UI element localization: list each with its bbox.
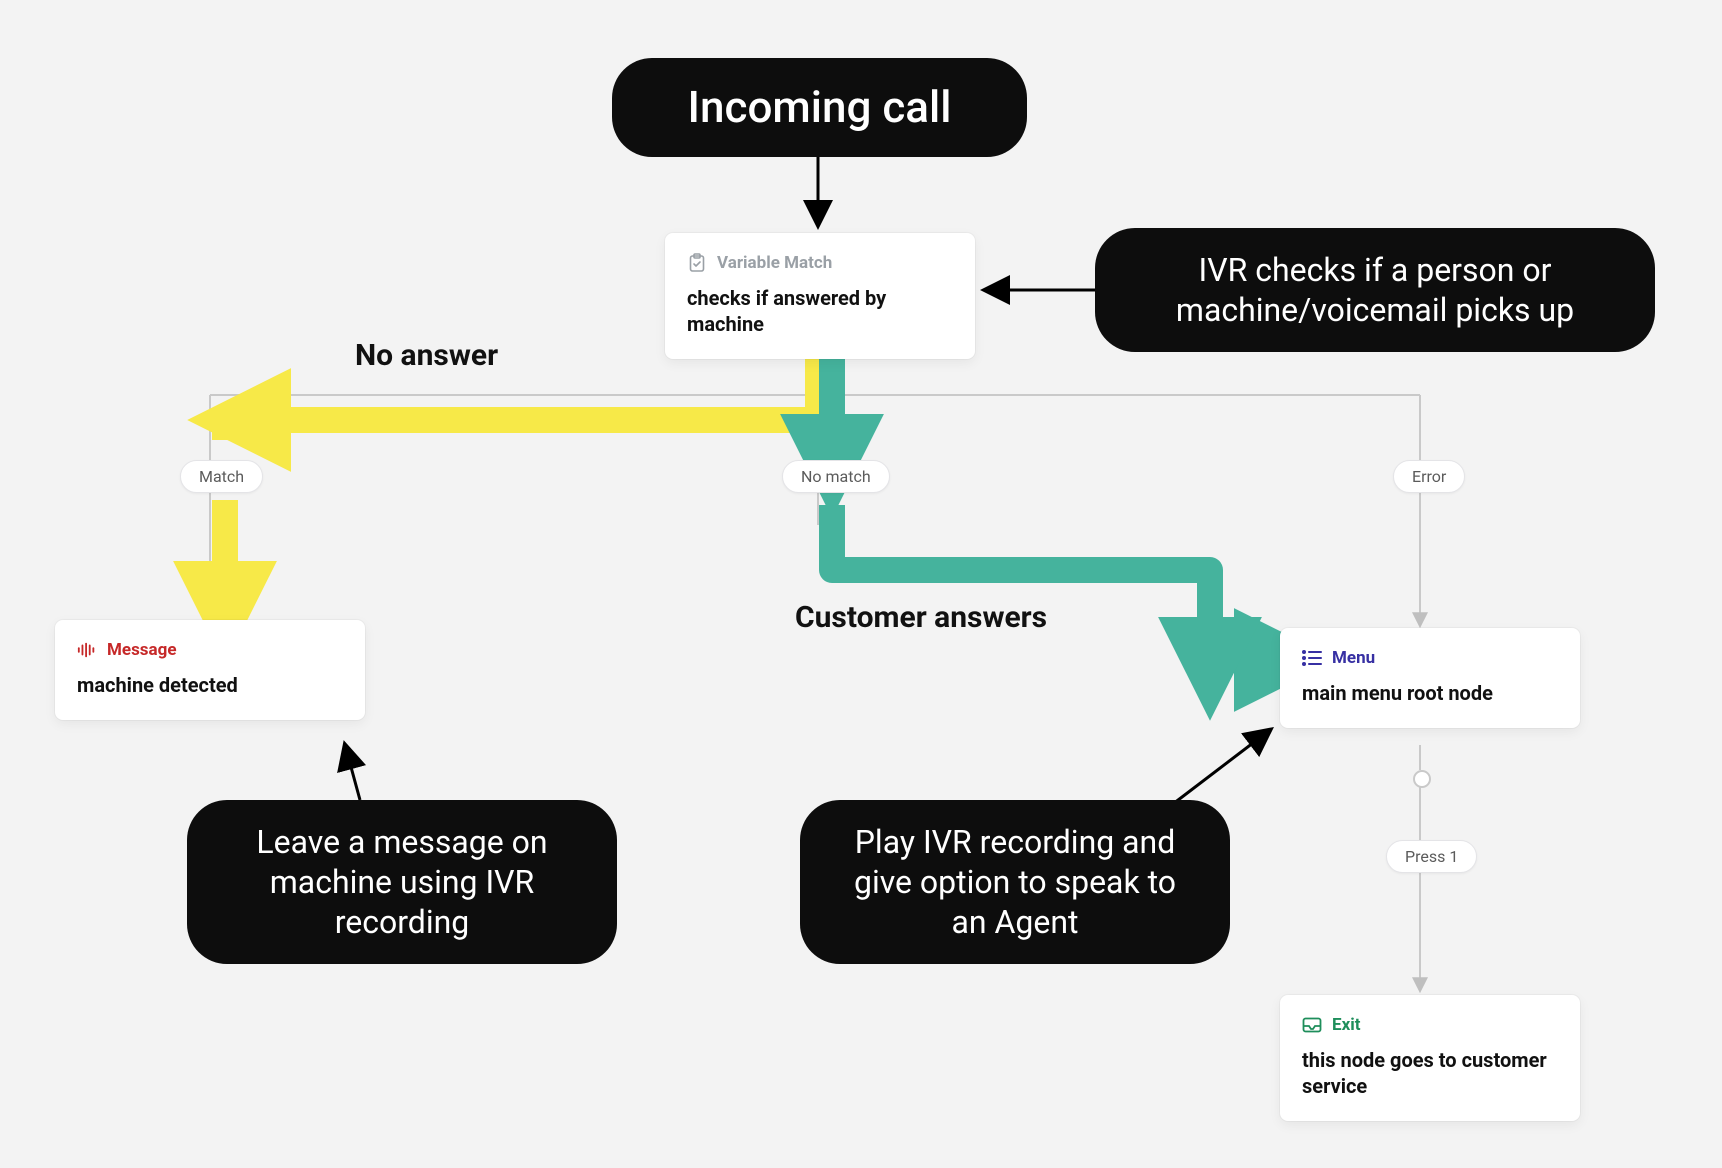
- node-type-row: Exit: [1302, 1015, 1558, 1035]
- clipboard-check-icon: [687, 253, 707, 273]
- annotation-text: IVR checks if a person or machine/voicem…: [1176, 251, 1574, 329]
- node-exit[interactable]: Exit this node goes to customer service: [1280, 995, 1580, 1121]
- node-type-row: Variable Match: [687, 253, 953, 273]
- node-message[interactable]: Message machine detected: [55, 620, 365, 720]
- annotation-incoming-call: Incoming call: [612, 58, 1027, 157]
- node-type-label: Exit: [1332, 1015, 1360, 1035]
- annotation-text: Leave a message on machine using IVR rec…: [256, 823, 547, 941]
- node-type-row: Menu: [1302, 648, 1558, 668]
- annotation-text: Play IVR recording and give option to sp…: [854, 823, 1176, 941]
- branch-label-press-1: Press 1: [1386, 840, 1477, 873]
- ivr-flow-diagram: Incoming call IVR checks if a person or …: [0, 0, 1722, 1168]
- annotation-text: Incoming call: [688, 81, 952, 133]
- node-type-label: Message: [107, 640, 177, 660]
- annotation-play-ivr: Play IVR recording and give option to sp…: [800, 800, 1230, 964]
- branch-label-match: Match: [180, 460, 263, 493]
- path-label-customer-answers: Customer answers: [795, 600, 1047, 635]
- node-type-row: Message: [77, 640, 343, 660]
- path-label-no-answer: No answer: [355, 338, 498, 373]
- connector-port: [1413, 770, 1431, 788]
- node-title: checks if answered by machine: [687, 285, 953, 337]
- node-variable-match[interactable]: Variable Match checks if answered by mac…: [665, 233, 975, 359]
- connector-lines: [0, 0, 1722, 1168]
- menu-list-icon: [1302, 648, 1322, 668]
- node-title: machine detected: [77, 672, 343, 698]
- node-type-label: Variable Match: [717, 253, 832, 273]
- highlight-arrows: [0, 0, 1722, 1168]
- audio-waveform-icon: [77, 640, 97, 660]
- exit-tray-icon: [1302, 1015, 1322, 1035]
- node-menu[interactable]: Menu main menu root node: [1280, 628, 1580, 728]
- node-title: this node goes to customer service: [1302, 1047, 1558, 1099]
- node-title: main menu root node: [1302, 680, 1558, 706]
- branch-label-error: Error: [1393, 460, 1465, 493]
- annotation-leave-message: Leave a message on machine using IVR rec…: [187, 800, 617, 964]
- node-type-label: Menu: [1332, 648, 1375, 668]
- annotation-ivr-checks: IVR checks if a person or machine/voicem…: [1095, 228, 1655, 352]
- branch-label-no-match: No match: [782, 460, 890, 493]
